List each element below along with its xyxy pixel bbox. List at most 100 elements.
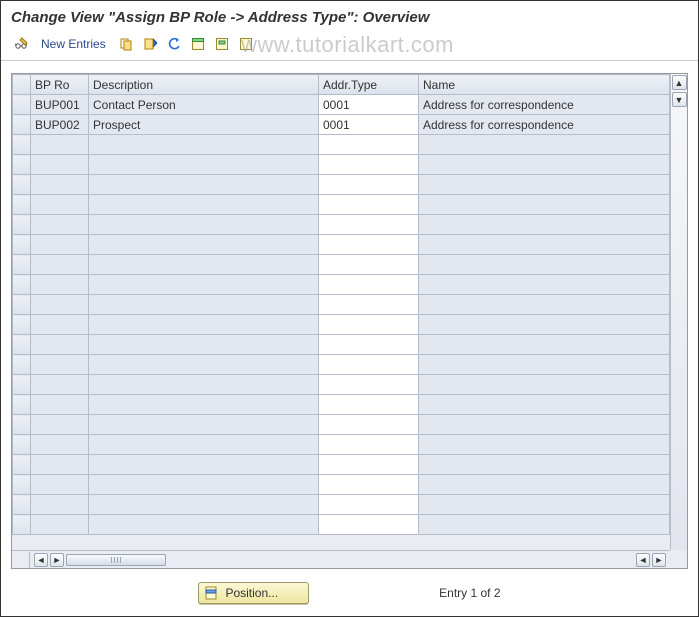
cell-addr-type[interactable] [319, 355, 419, 375]
cell-addr-type[interactable] [319, 255, 419, 275]
table-row[interactable] [13, 215, 670, 235]
col-header-description[interactable]: Description [89, 75, 319, 95]
scroll-up-button[interactable]: ▲ [672, 75, 687, 90]
position-icon [205, 586, 219, 600]
table-row[interactable] [13, 235, 670, 255]
cell-addr-type[interactable] [319, 475, 419, 495]
table-row[interactable] [13, 415, 670, 435]
cell-bp-role [31, 435, 89, 455]
row-selector[interactable] [13, 135, 31, 155]
row-selector[interactable] [13, 375, 31, 395]
col-header-bp-role[interactable]: BP Ro [31, 75, 89, 95]
cell-addr-type[interactable] [319, 135, 419, 155]
row-selector[interactable] [13, 175, 31, 195]
copy-as-button[interactable] [116, 34, 136, 54]
row-selector[interactable] [13, 115, 31, 135]
cell-name [419, 175, 670, 195]
col-header-addr-type[interactable]: Addr.Type [319, 75, 419, 95]
table-row[interactable] [13, 375, 670, 395]
table-row[interactable] [13, 315, 670, 335]
scroll-down-button[interactable]: ▼ [672, 92, 687, 107]
row-selector[interactable] [13, 95, 31, 115]
table-row[interactable] [13, 335, 670, 355]
select-block-button[interactable] [212, 34, 232, 54]
deselect-all-button[interactable] [236, 34, 256, 54]
row-selector[interactable] [13, 415, 31, 435]
table-row[interactable] [13, 435, 670, 455]
cell-bp-role [31, 175, 89, 195]
cell-addr-type[interactable] [319, 175, 419, 195]
cell-addr-type[interactable] [319, 235, 419, 255]
table-row[interactable] [13, 155, 670, 175]
row-selector[interactable] [13, 255, 31, 275]
row-selector[interactable] [13, 335, 31, 355]
select-all-button[interactable] [188, 34, 208, 54]
row-selector[interactable] [13, 435, 31, 455]
cell-addr-type[interactable]: 0001 [319, 95, 419, 115]
row-selector[interactable] [13, 495, 31, 515]
row-selector[interactable] [13, 155, 31, 175]
table-row[interactable] [13, 515, 670, 535]
undo-icon [167, 37, 181, 51]
new-entries-button[interactable]: New Entries [35, 35, 112, 53]
cell-name [419, 315, 670, 335]
row-selector[interactable] [13, 275, 31, 295]
cell-description [89, 335, 319, 355]
scroll-left-button[interactable]: ◄ [34, 553, 48, 567]
undo-button[interactable] [164, 34, 184, 54]
cell-bp-role: BUP001 [31, 95, 89, 115]
row-selector[interactable] [13, 215, 31, 235]
row-selector[interactable] [13, 235, 31, 255]
delete-button[interactable] [140, 34, 160, 54]
table-row[interactable] [13, 495, 670, 515]
row-selector[interactable] [13, 315, 31, 335]
table-row[interactable]: BUP002Prospect0001Address for correspond… [13, 115, 670, 135]
row-selector[interactable] [13, 195, 31, 215]
table-row[interactable]: BUP001Contact Person0001Address for corr… [13, 95, 670, 115]
cell-addr-type[interactable] [319, 215, 419, 235]
row-selector[interactable] [13, 515, 31, 535]
row-selector[interactable] [13, 395, 31, 415]
scroll-left-button-2[interactable]: ◄ [636, 553, 650, 567]
cell-addr-type[interactable] [319, 455, 419, 475]
scroll-thumb[interactable] [66, 554, 166, 566]
cell-addr-type[interactable] [319, 275, 419, 295]
cell-addr-type[interactable] [319, 335, 419, 355]
col-header-name[interactable]: Name [419, 75, 670, 95]
cell-description [89, 475, 319, 495]
cell-addr-type[interactable] [319, 415, 419, 435]
horizontal-scrollbar[interactable]: ◄ ► ◄ ► [12, 550, 670, 568]
table-row[interactable] [13, 135, 670, 155]
cell-addr-type[interactable] [319, 495, 419, 515]
cell-addr-type[interactable] [319, 435, 419, 455]
scroll-right-button[interactable]: ► [50, 553, 64, 567]
cell-addr-type[interactable]: 0001 [319, 115, 419, 135]
table-row[interactable] [13, 455, 670, 475]
toggle-display-change-button[interactable] [11, 34, 31, 54]
vertical-scrollbar[interactable]: ▲ ▼ [670, 74, 687, 550]
table-row[interactable] [13, 275, 670, 295]
scroll-right-button-2[interactable]: ► [652, 553, 666, 567]
position-button[interactable]: Position... [198, 582, 309, 604]
select-all-header[interactable] [13, 75, 31, 95]
cell-addr-type[interactable] [319, 375, 419, 395]
table-row[interactable] [13, 355, 670, 375]
row-selector[interactable] [13, 355, 31, 375]
cell-addr-type[interactable] [319, 315, 419, 335]
cell-bp-role [31, 295, 89, 315]
table-row[interactable] [13, 175, 670, 195]
row-selector[interactable] [13, 295, 31, 315]
table-row[interactable] [13, 475, 670, 495]
cell-addr-type[interactable] [319, 195, 419, 215]
table-row[interactable] [13, 295, 670, 315]
row-selector[interactable] [13, 475, 31, 495]
cell-addr-type[interactable] [319, 515, 419, 535]
table-row[interactable] [13, 395, 670, 415]
cell-name [419, 135, 670, 155]
row-selector[interactable] [13, 455, 31, 475]
cell-addr-type[interactable] [319, 295, 419, 315]
cell-addr-type[interactable] [319, 395, 419, 415]
table-row[interactable] [13, 195, 670, 215]
cell-addr-type[interactable] [319, 155, 419, 175]
table-row[interactable] [13, 255, 670, 275]
